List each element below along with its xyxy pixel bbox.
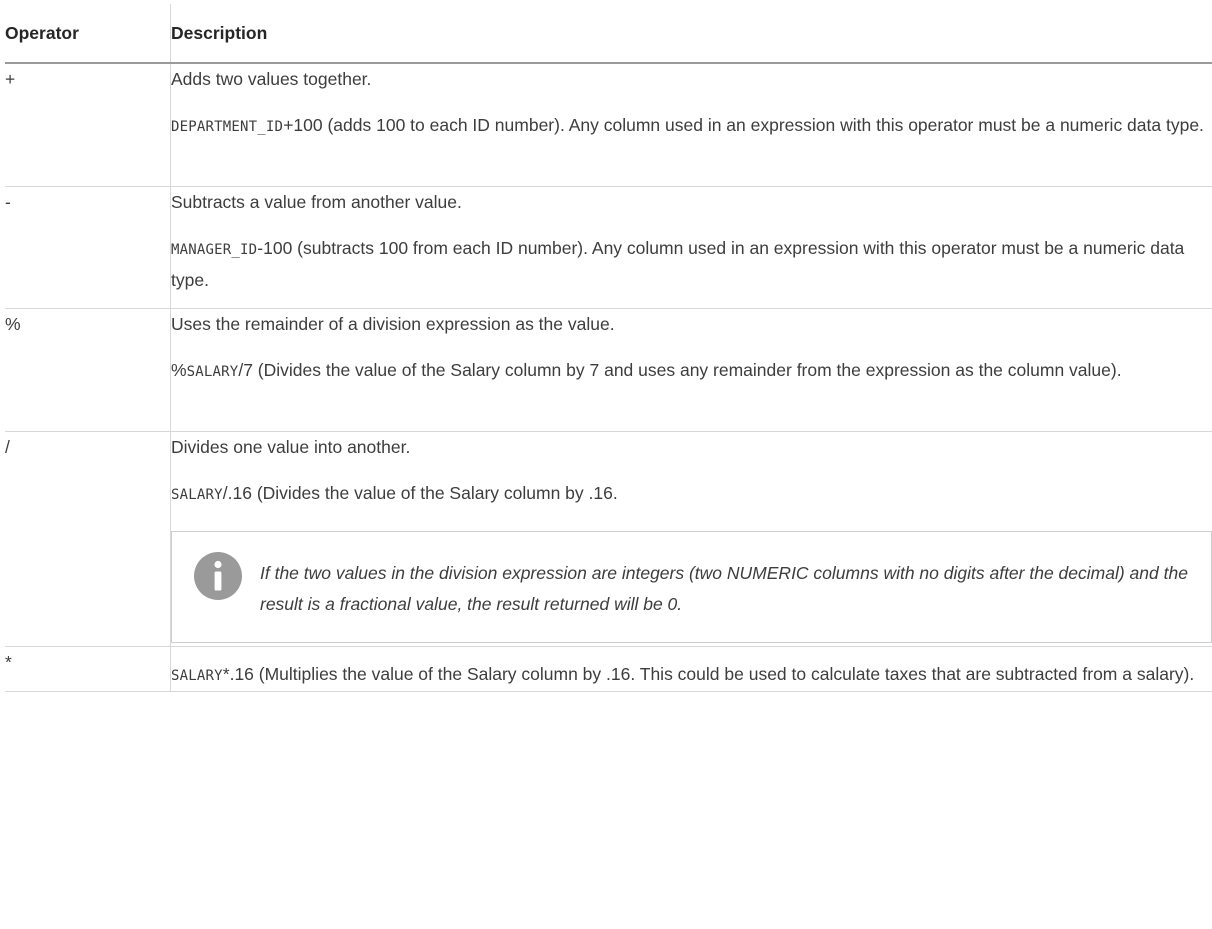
description-cell: Divides one value into another. SALARY/.… — [170, 431, 1212, 647]
example-explanation: *.16 (Multiplies the value of the Salary… — [222, 663, 1195, 684]
operator-cell: - — [5, 186, 171, 309]
example-text: %SALARY/7 (Divides the value of the Sala… — [171, 355, 1212, 387]
description-text: Uses the remainder of a division express… — [171, 313, 615, 334]
operator-cell: + — [5, 63, 171, 187]
description-cell: Uses the remainder of a division express… — [170, 308, 1212, 432]
example-prefix: % — [171, 359, 187, 380]
description-cell: SALARY*.16 (Multiplies the value of the … — [170, 646, 1212, 692]
example-explanation: +100 (adds 100 to each ID number). Any c… — [283, 115, 1204, 135]
example-text: MANAGER_ID-100 (subtracts 100 from each … — [171, 233, 1212, 295]
note-text: If the two values in the division expres… — [260, 562, 1188, 614]
example-column-code: SALARY — [171, 667, 223, 684]
description-text: Subtracts a value from another value. — [171, 191, 462, 212]
note-box: If the two values in the division expres… — [171, 530, 1212, 643]
description-cell: Adds two values together. DEPARTMENT_ID+… — [170, 63, 1212, 187]
description-cell: Subtracts a value from another value. MA… — [170, 186, 1212, 309]
column-header-description: Description — [170, 4, 1212, 64]
example-explanation: -100 (subtracts 100 from each ID number)… — [171, 237, 1185, 290]
info-icon — [194, 551, 242, 600]
table-row: - Subtracts a value from another value. … — [5, 186, 1212, 309]
example-text: SALARY*.16 (Multiplies the value of the … — [171, 659, 1212, 691]
table-row: * SALARY*.16 (Multiplies the value of th… — [5, 646, 1212, 692]
example-column-code: SALARY — [171, 486, 223, 503]
example-text: DEPARTMENT_ID+100 (adds 100 to each ID n… — [171, 110, 1212, 142]
example-text: SALARY/.16 (Divides the value of the Sal… — [171, 478, 1212, 510]
table-header-row: Operator Description — [5, 4, 1212, 64]
operator-cell: / — [5, 431, 171, 647]
description-text: Divides one value into another. — [171, 436, 411, 457]
example-explanation: /.16 (Divides the value of the Salary co… — [222, 482, 618, 503]
example-column-code: SALARY — [186, 363, 239, 380]
table-row: / Divides one value into another. SALARY… — [5, 431, 1212, 647]
column-header-operator: Operator — [5, 4, 171, 64]
description-text: Adds two values together. — [171, 69, 372, 89]
table-row: + Adds two values together. DEPARTMENT_I… — [5, 63, 1212, 187]
example-column-code: DEPARTMENT_ID — [171, 119, 284, 135]
operators-table: Operator Description + Adds two values t… — [5, 4, 1212, 692]
table-row: % Uses the remainder of a division expre… — [5, 308, 1212, 432]
example-explanation: /7 (Divides the value of the Salary colu… — [238, 359, 1122, 380]
example-column-code: MANAGER_ID — [171, 241, 258, 258]
operator-cell: * — [5, 646, 171, 692]
operator-cell: % — [5, 308, 171, 432]
